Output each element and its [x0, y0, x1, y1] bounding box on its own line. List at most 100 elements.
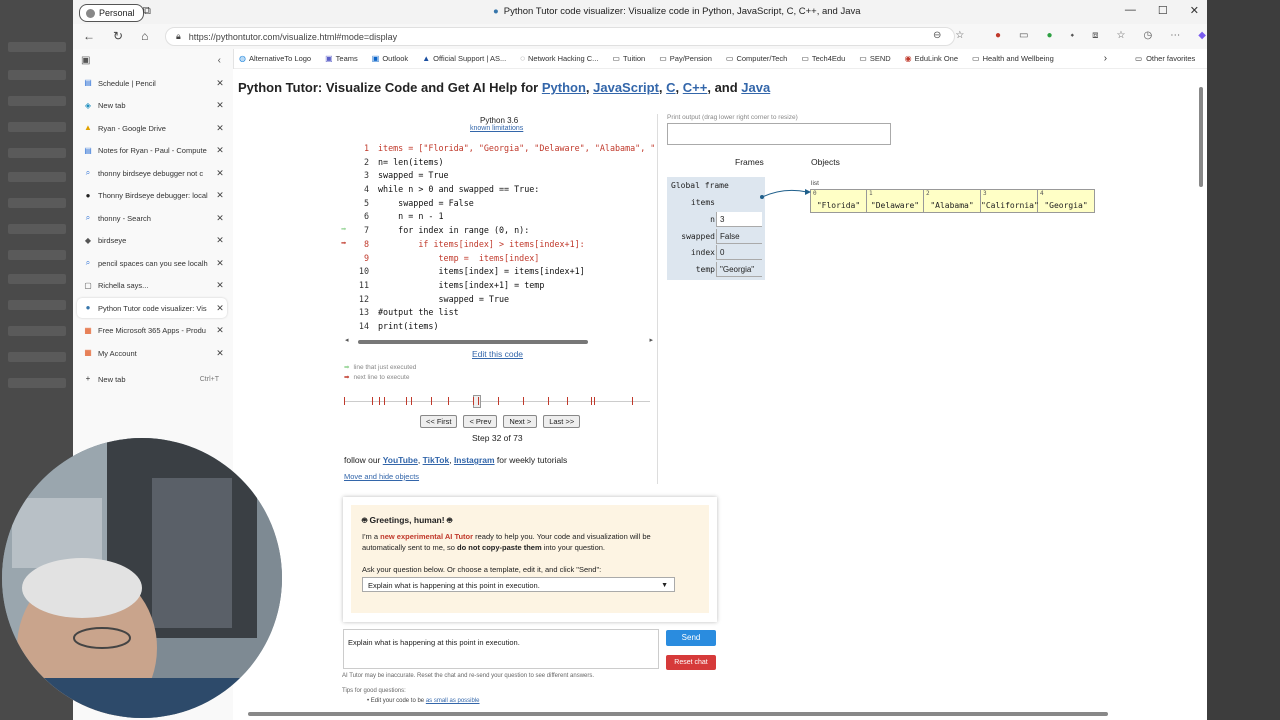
python-link[interactable]: Python: [542, 80, 586, 95]
title-separator: ,: [675, 80, 683, 95]
reader-icon[interactable]: ⊖: [933, 30, 941, 41]
sidebar-tab[interactable]: ▲ Ryan - Google Drive ✕: [77, 118, 227, 138]
url-field[interactable]: 🔒︎ https://pythontutor.com/visualize.htm…: [165, 27, 955, 46]
javascript-link[interactable]: JavaScript: [593, 80, 659, 95]
cpp-link[interactable]: C++: [683, 80, 708, 95]
close-tab-icon[interactable]: ✕: [213, 348, 227, 359]
move-hide-objects-link[interactable]: Move and hide objects: [344, 472, 419, 481]
sidebar-tab[interactable]: ● Python Tutor code visualizer: Vis ✕: [77, 298, 227, 318]
sidebar-tab[interactable]: ▢ Richella says... ✕: [77, 276, 227, 296]
favorite-item[interactable]: ◍ AlternativeTo Logo: [239, 54, 311, 63]
scrollbar-thumb[interactable]: [358, 340, 588, 344]
chat-input[interactable]: Explain what is happening at this point …: [343, 629, 659, 669]
extensions-puzzle-icon[interactable]: ⧈: [1092, 30, 1098, 41]
slider-thumb[interactable]: [473, 395, 481, 408]
close-tab-icon[interactable]: ✕: [213, 190, 227, 201]
close-tab-icon[interactable]: ✕: [213, 78, 227, 89]
c-link[interactable]: C: [666, 80, 675, 95]
scroll-right-icon[interactable]: ▸: [649, 336, 653, 344]
favorite-item[interactable]: ▭ Pay/Pension: [659, 54, 712, 63]
next-button[interactable]: Next >: [503, 415, 538, 428]
collapse-sidebar-icon[interactable]: ‹: [218, 55, 221, 66]
known-limitations-link[interactable]: known limitations: [470, 125, 523, 132]
back-icon[interactable]: ←: [83, 29, 95, 43]
extension-icon[interactable]: ●: [1047, 30, 1053, 41]
tab-label: My Account: [98, 348, 137, 358]
favorite-item[interactable]: ▣ Outlook: [372, 54, 408, 63]
other-favorites[interactable]: ▭ Other favorites: [1135, 54, 1195, 63]
send-button[interactable]: Send: [666, 630, 716, 646]
favorite-item[interactable]: ▣ Teams: [325, 54, 358, 63]
close-tab-icon[interactable]: ✕: [213, 145, 227, 156]
close-icon[interactable]: ✕: [1190, 4, 1199, 17]
refresh-icon[interactable]: ↻: [113, 29, 123, 43]
sidebar-tab[interactable]: ◆ birdseye ✕: [77, 231, 227, 251]
close-tab-icon[interactable]: ✕: [213, 213, 227, 224]
favorites-icon[interactable]: ☆: [1117, 30, 1126, 41]
close-tab-icon[interactable]: ✕: [213, 168, 227, 179]
edit-code-link[interactable]: Edit this code: [472, 349, 523, 359]
sidebar-tab[interactable]: ◈ New tab ✕: [77, 96, 227, 116]
last-button[interactable]: Last >>: [543, 415, 581, 428]
chevron-right-icon[interactable]: ›: [1104, 53, 1107, 64]
more-icon[interactable]: ⋯: [1170, 30, 1180, 41]
sidebar-tab[interactable]: ▦ Free Microsoft 365 Apps - Produ ✕: [77, 321, 227, 341]
sidebar-tab[interactable]: ▤ Schedule | Pencil ✕: [77, 73, 227, 93]
close-tab-icon[interactable]: ✕: [213, 280, 227, 291]
close-tab-icon[interactable]: ✕: [213, 123, 227, 134]
code-line: 12 swapped = True: [343, 293, 655, 307]
sidebar-tab[interactable]: ⌕ pencil spaces can you see localh ✕: [77, 253, 227, 273]
prev-button[interactable]: < Prev: [463, 415, 498, 428]
maximize-icon[interactable]: ☐: [1158, 4, 1168, 17]
new-tab-button[interactable]: + New tab Ctrl+T: [77, 369, 227, 389]
sidebar-tab[interactable]: ⌕ thonny birdseye debugger not c ✕: [77, 163, 227, 183]
line-number: 10: [358, 266, 369, 277]
print-output-box[interactable]: [667, 123, 891, 145]
favorite-star-icon[interactable]: ☆: [955, 30, 964, 41]
objects-heading: Objects: [811, 157, 840, 167]
tip-link[interactable]: as small as possible: [426, 698, 480, 704]
page-horizontal-scrollbar[interactable]: [238, 710, 1198, 718]
copilot-icon[interactable]: ◆: [1198, 30, 1206, 41]
close-tab-icon[interactable]: ✕: [213, 325, 227, 336]
first-button[interactable]: << First: [420, 415, 458, 428]
scroll-left-icon[interactable]: ◂: [345, 336, 349, 344]
favorite-item[interactable]: ▭ Tech4Edu: [801, 54, 845, 63]
profile-button[interactable]: Personal: [79, 4, 144, 22]
favorite-item[interactable]: ◉ EduLink One: [905, 54, 958, 63]
sidebar-tab[interactable]: ▤ Notes for Ryan - Paul - Compute ✕: [77, 141, 227, 161]
step-slider[interactable]: [344, 395, 650, 408]
favorite-item[interactable]: ▭ Health and Wellbeing: [972, 54, 1054, 63]
favorite-item[interactable]: ▭ Tuition: [612, 54, 645, 63]
page-vertical-scrollbar[interactable]: [1197, 77, 1205, 707]
code-horizontal-scrollbar[interactable]: ◂ ▸: [343, 336, 655, 345]
instagram-link[interactable]: Instagram: [454, 455, 495, 465]
minimize-icon[interactable]: —: [1125, 4, 1136, 17]
question-template-select[interactable]: Explain what is happening at this point …: [362, 577, 675, 592]
workspaces-icon[interactable]: ⧉: [143, 5, 151, 18]
java-link[interactable]: Java: [741, 80, 770, 95]
extension-icon[interactable]: ▭: [1019, 30, 1028, 41]
tab-actions-icon[interactable]: ▣: [81, 55, 90, 66]
history-icon[interactable]: ◷: [1144, 30, 1153, 41]
variable-name: items: [690, 198, 715, 207]
home-icon[interactable]: ⌂: [141, 29, 148, 43]
close-tab-icon[interactable]: ✕: [213, 303, 227, 314]
youtube-link[interactable]: YouTube: [383, 455, 418, 465]
favorite-item[interactable]: ▭ Computer/Tech: [726, 54, 787, 63]
reset-chat-button[interactable]: Reset chat: [666, 655, 716, 670]
tiktok-link[interactable]: TikTok: [423, 455, 450, 465]
close-tab-icon[interactable]: ✕: [213, 235, 227, 246]
extension-icon[interactable]: ⬩: [1071, 30, 1075, 41]
favorite-item[interactable]: ◌ Network Hacking C...: [520, 54, 598, 63]
sidebar-tab[interactable]: ● Thonny Birdseye debugger: local ✕: [77, 186, 227, 206]
favorite-item[interactable]: ▭ SEND: [859, 54, 890, 63]
scrollbar-thumb[interactable]: [1199, 87, 1203, 187]
close-tab-icon[interactable]: ✕: [213, 100, 227, 111]
sidebar-tab[interactable]: ▦ My Account ✕: [77, 343, 227, 363]
close-tab-icon[interactable]: ✕: [213, 258, 227, 269]
sidebar-tab[interactable]: ⌕ thonny - Search ✕: [77, 208, 227, 228]
extension-icon[interactable]: ●: [995, 30, 1001, 41]
favorite-item[interactable]: ▲ Official Support | AS...: [422, 54, 506, 63]
scrollbar-thumb[interactable]: [248, 712, 1108, 716]
